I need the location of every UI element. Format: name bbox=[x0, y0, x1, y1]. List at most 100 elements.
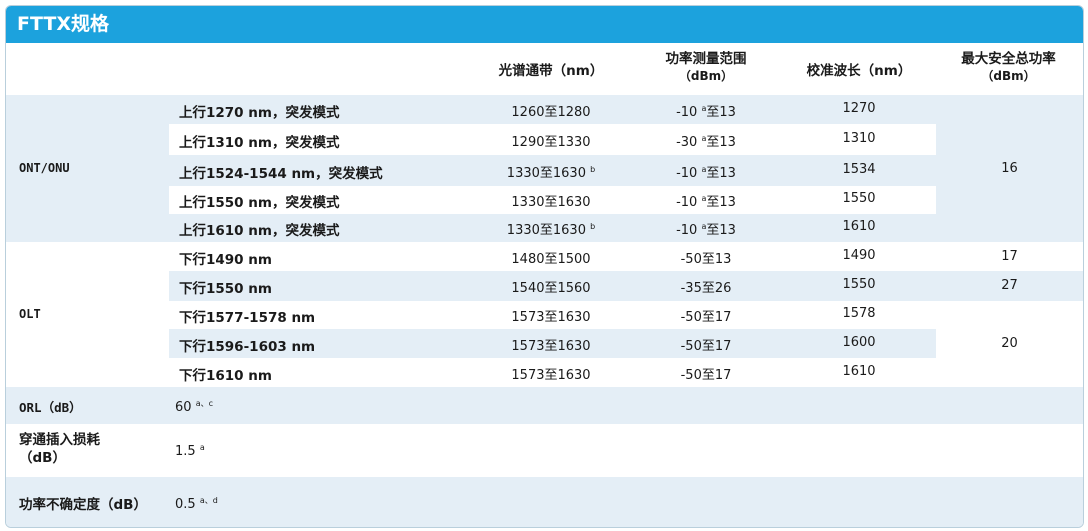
uncertainty-value-text: 0.5 bbox=[175, 497, 200, 512]
orl-band bbox=[6, 387, 1083, 424]
cal-wavelength-value: 1550 bbox=[784, 277, 934, 292]
header-power-range-line1: 功率测量范围 bbox=[665, 51, 747, 67]
uncertainty-band bbox=[6, 477, 1083, 527]
power-range-value: -50至17 bbox=[631, 335, 781, 354]
header-power-range-line2: （dBm） bbox=[678, 69, 734, 83]
passband-text: 1540至1560 bbox=[511, 281, 591, 296]
power-range-value: -10 a至13 bbox=[631, 101, 781, 120]
power-range-text: -10 bbox=[676, 195, 702, 210]
row-label-text: 下行1577-1578 nm bbox=[179, 310, 316, 326]
passband-value: 1573至1630 bbox=[476, 335, 626, 354]
cal-wavelength-value: 1310 bbox=[784, 131, 934, 146]
cal-wavelength-value: 1270 bbox=[784, 101, 934, 116]
insertion-value-text: 1.5 bbox=[175, 444, 200, 459]
group-label-olt: OLT bbox=[19, 307, 41, 321]
cal-wavelength-text: 1310 bbox=[842, 131, 876, 146]
cal-wavelength-text: 1578 bbox=[842, 306, 876, 321]
insertion-label-line2: （dB） bbox=[19, 450, 66, 466]
uncertainty-footnote: a、d bbox=[199, 496, 218, 505]
row-label: 上行1550 nm，突发模式 bbox=[179, 191, 339, 211]
header-cal-wavelength: 校准波长（nm） bbox=[806, 63, 912, 79]
row-label: 上行1310 nm，突发模式 bbox=[179, 131, 339, 151]
cal-wavelength-text: 1610 bbox=[842, 219, 876, 234]
row-label: 下行1596-1603 nm bbox=[179, 335, 315, 355]
cal-wavelength-text: 1490 bbox=[842, 248, 876, 263]
row-label-text: 下行1610 nm bbox=[179, 368, 272, 384]
header-max-power-line1: 最大安全总功率 bbox=[961, 51, 1056, 67]
power-range-value: -50至17 bbox=[631, 364, 781, 383]
cal-wavelength-value: 1550 bbox=[784, 191, 934, 206]
power-range-text: -50至17 bbox=[680, 339, 732, 354]
cal-wavelength-value: 1610 bbox=[784, 219, 934, 234]
header-max-power-line2: （dBm） bbox=[981, 69, 1036, 83]
passband-value: 1260至1280 bbox=[476, 101, 626, 120]
power-range-value: -10 a至13 bbox=[631, 219, 781, 238]
insertion-value: 1.5 a bbox=[175, 443, 205, 459]
passband-value: 1573至1630 bbox=[476, 364, 626, 383]
cal-wavelength-value: 1534 bbox=[784, 162, 934, 177]
cal-wavelength-text: 1270 bbox=[842, 101, 876, 116]
power-range-upper: 至13 bbox=[706, 166, 736, 181]
passband-footnote: b bbox=[590, 222, 596, 231]
row-label: 上行1610 nm，突发模式 bbox=[179, 219, 339, 239]
row-label-text: 下行1550 nm bbox=[179, 281, 272, 297]
passband-text: 1573至1630 bbox=[511, 368, 591, 383]
power-range-text: -10 bbox=[676, 223, 702, 238]
passband-text: 1573至1630 bbox=[511, 339, 591, 354]
row-label: 上行1270 nm，突发模式 bbox=[179, 101, 339, 121]
power-range-text: -50至17 bbox=[680, 310, 732, 325]
row-label-text: 上行1610 nm，突发模式 bbox=[179, 223, 340, 239]
cal-wavelength-value: 1578 bbox=[784, 306, 934, 321]
power-range-value: -10 a至13 bbox=[631, 191, 781, 210]
power-range-upper: 至13 bbox=[706, 105, 736, 120]
power-range-upper: 至13 bbox=[706, 135, 736, 150]
passband-value: 1480至1500 bbox=[476, 248, 626, 267]
row-label-text: 上行1524-1544 nm，突发模式 bbox=[179, 166, 383, 182]
olt-max-power-rest: 20 bbox=[1001, 336, 1018, 351]
passband-text: 1290至1330 bbox=[511, 135, 591, 150]
row-label-text: 上行1550 nm，突发模式 bbox=[179, 195, 340, 211]
cal-wavelength-text: 1550 bbox=[842, 277, 876, 292]
power-range-text: -50至13 bbox=[680, 252, 732, 267]
power-range-text: -10 bbox=[676, 166, 702, 181]
passband-text: 1330至1630 bbox=[511, 195, 591, 210]
orl-value-text: 60 bbox=[175, 400, 196, 415]
power-range-text: -10 bbox=[676, 105, 702, 120]
fttx-spec-table: FTTX规格 光谱通带（nm） 功率测量范围 （dBm） 校准波长（nm） 最大… bbox=[5, 5, 1084, 528]
passband-footnote: b bbox=[590, 165, 596, 174]
passband-value: 1290至1330 bbox=[476, 131, 626, 150]
insertion-label: 穿通插入损耗 （dB） bbox=[19, 431, 100, 467]
passband-value: 1330至1630 bbox=[476, 191, 626, 210]
passband-value: 1330至1630 b bbox=[476, 162, 626, 181]
row-label: 上行1524-1544 nm，突发模式 bbox=[179, 162, 383, 182]
row-label-text: 下行1490 nm bbox=[179, 252, 272, 268]
row-label-text: 上行1270 nm，突发模式 bbox=[179, 105, 340, 121]
power-range-text: -30 bbox=[676, 135, 702, 150]
power-range-value: -10 a至13 bbox=[631, 162, 781, 181]
ont-max-power-cell bbox=[936, 124, 1083, 242]
passband-text: 1480至1500 bbox=[511, 252, 591, 267]
passband-text: 1330至1630 bbox=[506, 166, 591, 181]
row-label-text: 上行1310 nm，突发模式 bbox=[179, 135, 340, 151]
olt-max-power-1550: 27 bbox=[1001, 278, 1018, 293]
ont-max-power: 16 bbox=[1001, 161, 1018, 176]
olt-max-power-1490: 17 bbox=[1001, 249, 1018, 264]
insertion-label-line1: 穿通插入损耗 bbox=[19, 432, 100, 448]
orl-footnote: a、c bbox=[195, 399, 213, 408]
passband-value: 1573至1630 bbox=[476, 306, 626, 325]
uncertainty-value: 0.5 a、d bbox=[175, 495, 218, 512]
cal-wavelength-value: 1490 bbox=[784, 248, 934, 263]
cal-wavelength-text: 1610 bbox=[842, 364, 876, 379]
insertion-band bbox=[6, 424, 1083, 477]
passband-value: 1330至1630 b bbox=[476, 219, 626, 238]
passband-text: 1573至1630 bbox=[511, 310, 591, 325]
cal-wavelength-text: 1600 bbox=[842, 335, 876, 350]
orl-value: 60 a、c bbox=[175, 398, 213, 415]
passband-text: 1260至1280 bbox=[511, 105, 591, 120]
power-range-value: -50至13 bbox=[631, 248, 781, 267]
power-range-upper: 至13 bbox=[706, 223, 736, 238]
cal-wavelength-text: 1550 bbox=[842, 191, 876, 206]
insertion-footnote: a bbox=[199, 443, 205, 452]
group-label-ont: ONT/ONU bbox=[19, 161, 70, 175]
uncertainty-label: 功率不确定度（dB） bbox=[19, 497, 147, 513]
